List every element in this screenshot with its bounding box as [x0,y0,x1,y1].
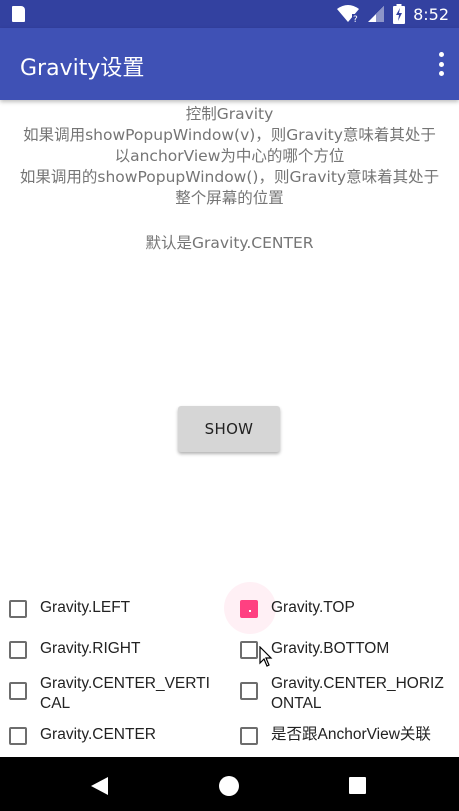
checkbox-gravity-center[interactable]: Gravity.CENTER [9,725,156,745]
description-line: 整个屏幕的位置 [175,189,284,207]
default-gravity-text: 默认是Gravity.CENTER [145,234,314,252]
status-bar: ? 8:52 [0,0,459,28]
description-text: 控制Gravity 如果调用showPopupWindow(v)，则Gravit… [0,104,459,209]
description-line: 如果调用的showPopupWindow()，则Gravity意味着其处于 [19,168,440,186]
description-line: 以anchorView为中心的哪个方位 [114,147,345,165]
back-icon[interactable] [91,777,108,795]
checkbox-box[interactable] [240,727,258,745]
checkbox-gravity-top[interactable]: Gravity.TOP [240,598,355,618]
checkbox-label-line: Gravity.CENTER_HORIZ [271,675,444,692]
svg-text:?: ? [353,15,358,23]
checkbox-box[interactable] [9,682,27,700]
sd-card-icon [12,6,25,22]
checkbox-label: Gravity.LEFT [40,599,131,616]
checkbox-box[interactable] [240,682,258,700]
checkbox-box[interactable] [9,600,27,618]
checkbox-box[interactable] [9,727,27,745]
checkbox-box[interactable] [240,641,258,659]
description-line: 如果调用showPopupWindow(v)，则Gravity意味着其处于 [23,126,436,144]
navigation-bar [0,757,459,811]
checkbox-label: 是否跟AnchorView关联 [271,726,431,743]
checkbox-label-line: ONTAL [271,695,322,712]
mouse-cursor-icon [259,646,273,667]
checkbox-label: Gravity.CENTER [40,726,156,743]
checkbox-gravity-center-horizontal[interactable]: Gravity.CENTER_HORIZ ONTAL [240,674,444,714]
more-vert-icon[interactable] [437,52,445,76]
checkbox-anchor-view-link[interactable]: 是否跟AnchorView关联 [240,725,431,745]
checkbox-box-checked[interactable] [240,600,258,618]
checkbox-gravity-center-vertical[interactable]: Gravity.CENTER_VERTI CAL [9,674,210,714]
checkbox-label: Gravity.RIGHT [40,640,141,657]
app-bar: Gravity设置 [0,28,459,100]
wifi-icon: ? [337,5,360,23]
checkbox-label: Gravity.BOTTOM [271,640,390,657]
checkbox-label: Gravity.CENTER_VERTI CAL [40,674,210,714]
checkbox-label-line: CAL [40,695,71,712]
recents-icon[interactable] [349,777,366,794]
checkbox-gravity-left[interactable]: Gravity.LEFT [9,598,130,618]
home-icon[interactable] [219,776,239,796]
description-line: 控制Gravity [185,105,274,123]
checkbox-label-line: Gravity.CENTER_VERTI [40,675,210,692]
show-button[interactable]: SHOW [178,406,280,452]
checkbox-label: Gravity.CENTER_HORIZ ONTAL [271,674,444,714]
battery-charging-icon [393,4,406,24]
checkbox-box[interactable] [9,641,27,659]
checkbox-gravity-right[interactable]: Gravity.RIGHT [9,639,140,659]
status-time: 8:52 [413,4,449,24]
app-title: Gravity设置 [20,56,145,81]
checkbox-label: Gravity.TOP [271,599,355,616]
signal-icon [368,6,385,22]
